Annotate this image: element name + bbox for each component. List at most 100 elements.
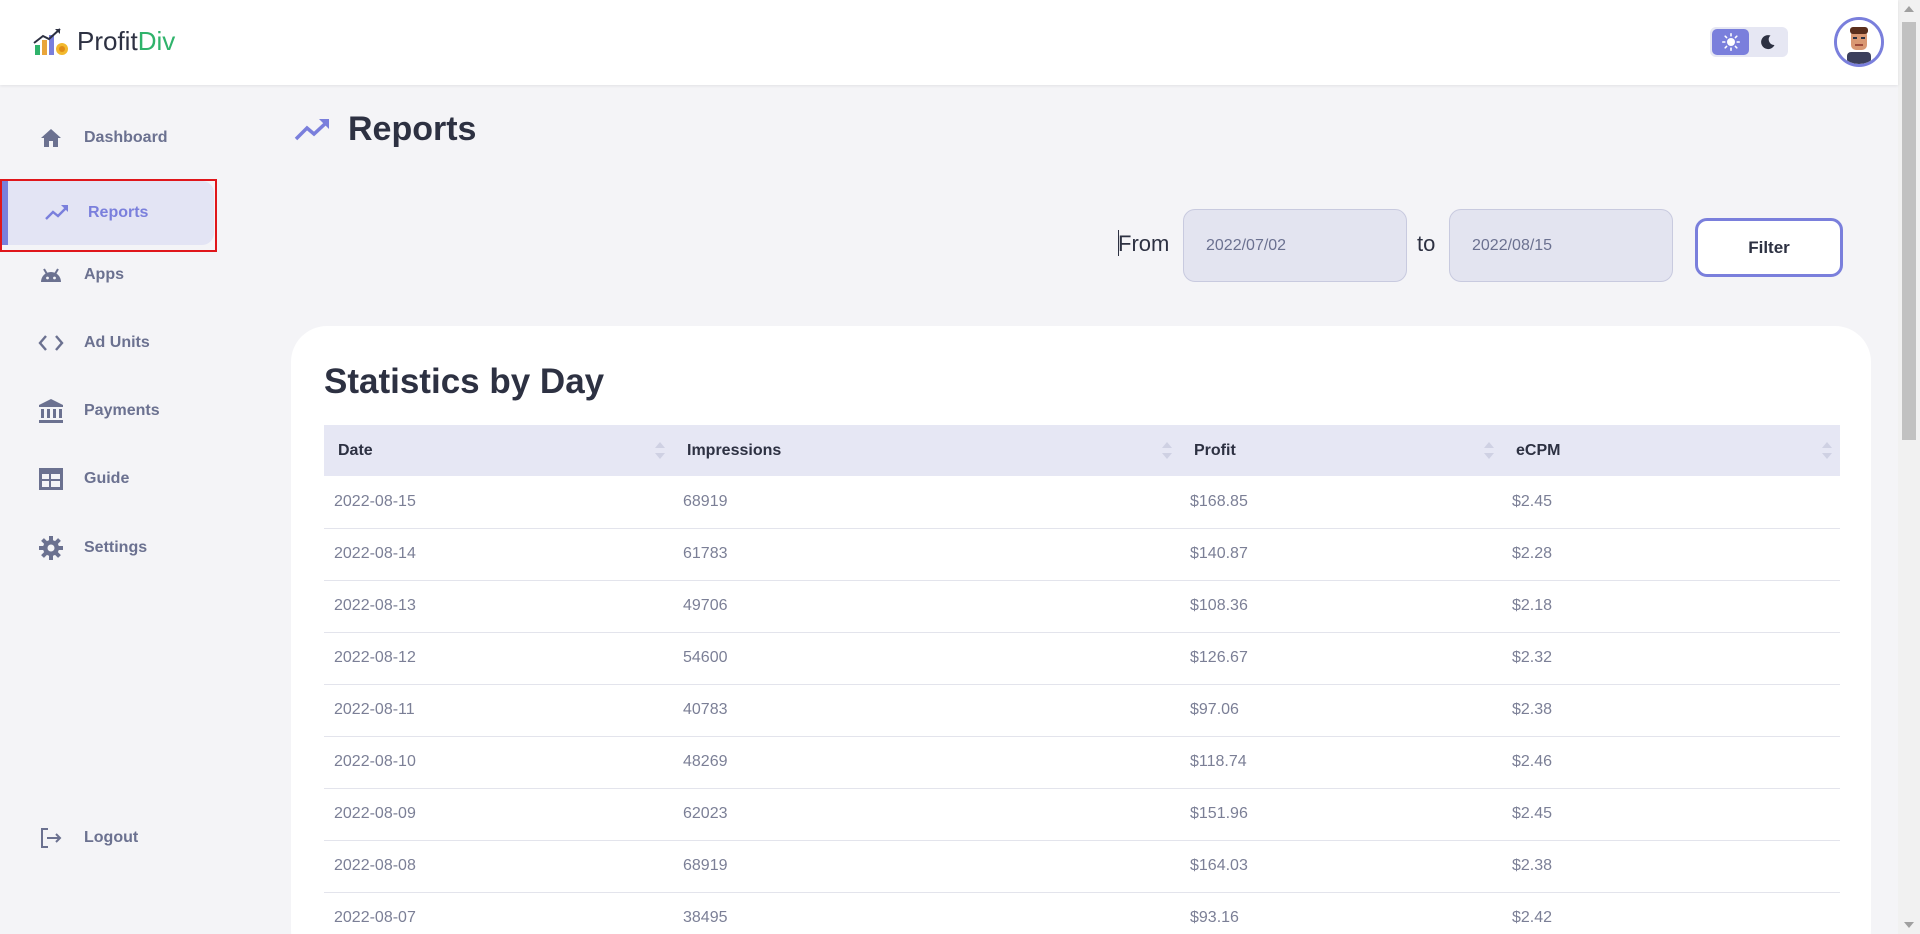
cell-date: 2022-08-10 bbox=[324, 736, 673, 789]
sidebar-item-label: Ad Units bbox=[84, 334, 150, 351]
scroll-up-arrow-icon[interactable] bbox=[1904, 6, 1914, 12]
from-label: From bbox=[1118, 230, 1170, 256]
to-label: to bbox=[1417, 231, 1436, 256]
theme-toggle[interactable] bbox=[1710, 27, 1788, 57]
selection-highlight-box bbox=[0, 179, 217, 252]
cell-impressions: 54600 bbox=[673, 632, 1180, 685]
cell-ecpm: $2.46 bbox=[1502, 736, 1840, 789]
sort-icon[interactable] bbox=[655, 442, 665, 459]
sidebar-item-payments[interactable]: Payments bbox=[0, 379, 215, 443]
table-row: 2022-08-12 54600 $126.67 $2.32 bbox=[324, 632, 1840, 685]
sun-icon bbox=[1721, 33, 1740, 51]
trending-up-icon bbox=[294, 118, 329, 140]
cell-date: 2022-08-12 bbox=[324, 632, 673, 685]
statistics-card: Statistics by Day Date Impressions Profi… bbox=[291, 326, 1871, 934]
table-row: 2022-08-07 38495 $93.16 $2.42 bbox=[324, 892, 1840, 934]
sidebar-item-label: Guide bbox=[84, 470, 130, 487]
user-avatar[interactable] bbox=[1834, 17, 1884, 67]
sidebar-item-label: Settings bbox=[84, 539, 148, 556]
light-mode-button[interactable] bbox=[1712, 29, 1749, 55]
cell-date: 2022-08-11 bbox=[324, 684, 673, 737]
filter-button[interactable]: Filter bbox=[1695, 218, 1843, 277]
gear-icon bbox=[36, 533, 66, 563]
table-row: 2022-08-13 49706 $108.36 $2.18 bbox=[324, 580, 1840, 633]
statistics-table: Date Impressions Profit eCPM 2022-08-15 … bbox=[324, 425, 1840, 934]
column-header-profit[interactable]: Profit bbox=[1180, 425, 1502, 476]
table-icon bbox=[36, 464, 66, 494]
cell-ecpm: $2.18 bbox=[1502, 580, 1840, 633]
cell-profit: $118.74 bbox=[1180, 736, 1502, 789]
cell-profit: $151.96 bbox=[1180, 788, 1502, 841]
sort-icon[interactable] bbox=[1484, 442, 1494, 459]
logo-chart-icon bbox=[33, 27, 68, 55]
sort-icon[interactable] bbox=[1822, 442, 1832, 459]
scrollbar-thumb[interactable] bbox=[1902, 22, 1916, 440]
cell-profit: $97.06 bbox=[1180, 684, 1502, 737]
cell-date: 2022-08-14 bbox=[324, 528, 673, 581]
table-row: 2022-08-08 68919 $164.03 $2.38 bbox=[324, 840, 1840, 893]
home-icon bbox=[36, 123, 66, 153]
cell-profit: $126.67 bbox=[1180, 632, 1502, 685]
cell-profit: $140.87 bbox=[1180, 528, 1502, 581]
dark-mode-button[interactable] bbox=[1749, 29, 1786, 55]
table-row: 2022-08-15 68919 $168.85 $2.45 bbox=[324, 476, 1840, 529]
cell-profit: $93.16 bbox=[1180, 892, 1502, 934]
scroll-down-arrow-icon[interactable] bbox=[1904, 922, 1914, 928]
table-row: 2022-08-14 61783 $140.87 $2.28 bbox=[324, 528, 1840, 581]
cell-ecpm: $2.45 bbox=[1502, 788, 1840, 841]
cell-date: 2022-08-09 bbox=[324, 788, 673, 841]
column-header-date[interactable]: Date bbox=[324, 425, 673, 476]
sidebar-item-label: Dashboard bbox=[84, 129, 168, 146]
top-header: ProfitDiv bbox=[0, 0, 1898, 85]
column-header-impressions[interactable]: Impressions bbox=[673, 425, 1180, 476]
cell-date: 2022-08-08 bbox=[324, 840, 673, 893]
cell-profit: $168.85 bbox=[1180, 476, 1502, 529]
sidebar-item-label: Payments bbox=[84, 402, 160, 419]
table-row: 2022-08-09 62023 $151.96 $2.45 bbox=[324, 788, 1840, 841]
logout-icon bbox=[36, 823, 66, 853]
sidebar-item-dashboard[interactable]: Dashboard bbox=[0, 106, 215, 170]
cell-date: 2022-08-13 bbox=[324, 580, 673, 633]
page-header: Reports bbox=[294, 110, 476, 149]
cell-impressions: 62023 bbox=[673, 788, 1180, 841]
cell-ecpm: $2.32 bbox=[1502, 632, 1840, 685]
sidebar-item-apps[interactable]: Apps bbox=[0, 243, 215, 307]
cell-profit: $164.03 bbox=[1180, 840, 1502, 893]
sidebar-item-label: Apps bbox=[84, 266, 124, 283]
cell-ecpm: $2.45 bbox=[1502, 476, 1840, 529]
sidebar: Dashboard Reports Apps Ad Units Payments… bbox=[0, 85, 240, 934]
sidebar-item-logout[interactable]: Logout bbox=[0, 806, 215, 870]
cell-profit: $108.36 bbox=[1180, 580, 1502, 633]
table-row: 2022-08-10 48269 $118.74 $2.46 bbox=[324, 736, 1840, 789]
table-header-row: Date Impressions Profit eCPM bbox=[324, 425, 1840, 476]
code-icon bbox=[36, 328, 66, 358]
cell-impressions: 61783 bbox=[673, 528, 1180, 581]
cell-ecpm: $2.38 bbox=[1502, 684, 1840, 737]
cell-impressions: 68919 bbox=[673, 840, 1180, 893]
sidebar-item-ad-units[interactable]: Ad Units bbox=[0, 311, 215, 375]
avatar-face-icon bbox=[1837, 20, 1881, 64]
column-header-ecpm[interactable]: eCPM bbox=[1502, 425, 1840, 476]
bank-icon bbox=[36, 396, 66, 426]
statistics-title: Statistics by Day bbox=[324, 362, 605, 401]
page-scrollbar[interactable] bbox=[1898, 0, 1920, 934]
cell-impressions: 40783 bbox=[673, 684, 1180, 737]
sidebar-item-guide[interactable]: Guide bbox=[0, 447, 215, 511]
page-title: Reports bbox=[348, 110, 477, 148]
cell-ecpm: $2.38 bbox=[1502, 840, 1840, 893]
cell-ecpm: $2.42 bbox=[1502, 892, 1840, 934]
cell-impressions: 49706 bbox=[673, 580, 1180, 633]
cell-ecpm: $2.28 bbox=[1502, 528, 1840, 581]
from-date-input[interactable] bbox=[1183, 209, 1407, 282]
logo-text: ProfitDiv bbox=[77, 26, 176, 56]
sort-icon[interactable] bbox=[1162, 442, 1172, 459]
table-row: 2022-08-11 40783 $97.06 $2.38 bbox=[324, 684, 1840, 737]
cell-date: 2022-08-07 bbox=[324, 892, 673, 934]
cell-impressions: 68919 bbox=[673, 476, 1180, 529]
moon-icon bbox=[1760, 35, 1774, 50]
cell-impressions: 38495 bbox=[673, 892, 1180, 934]
app-logo[interactable]: ProfitDiv bbox=[33, 26, 175, 57]
sidebar-item-settings[interactable]: Settings bbox=[0, 516, 215, 580]
to-date-input[interactable] bbox=[1449, 209, 1673, 282]
sidebar-item-label: Logout bbox=[84, 829, 139, 846]
